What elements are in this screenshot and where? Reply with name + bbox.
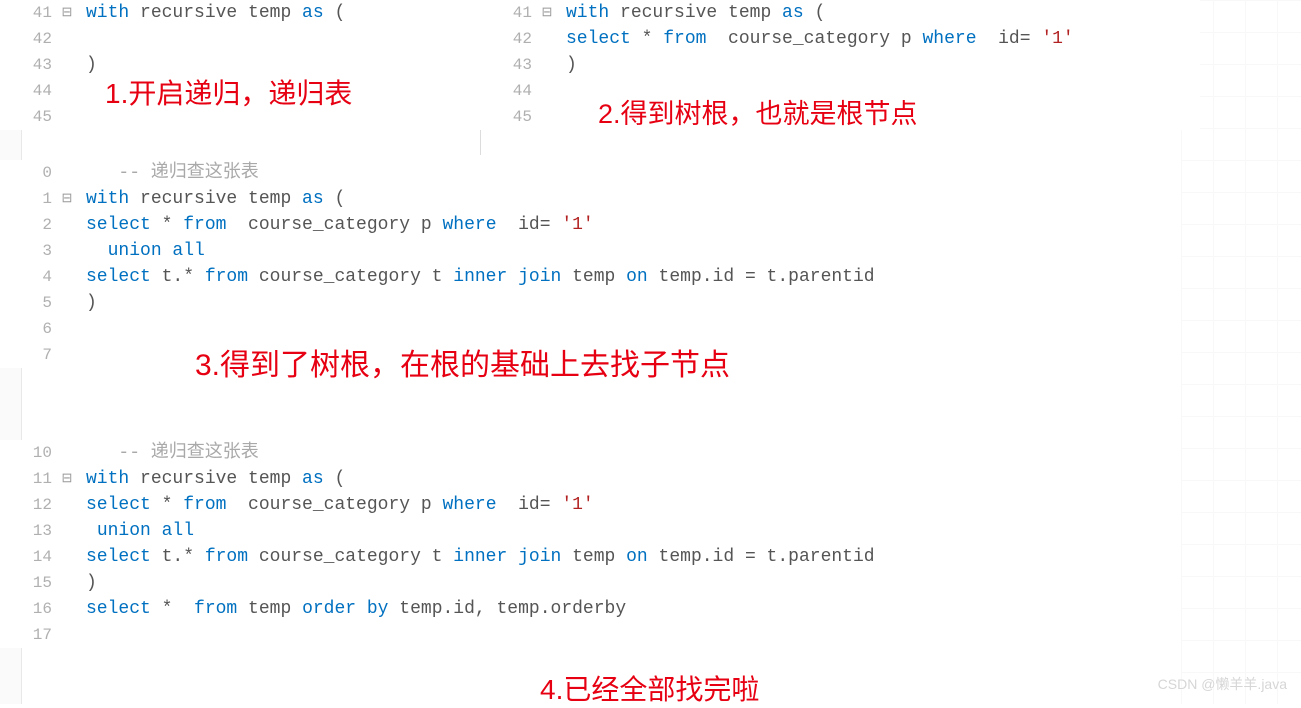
code-line[interactable]: 12 select * from course_category p where … [0,492,1080,518]
code-content[interactable]: union all [86,238,1080,264]
line-number: 43 [0,52,60,78]
line-number: 17 [0,622,60,648]
line-number: 13 [0,518,60,544]
line-number: 44 [0,78,60,104]
editor-pane-3[interactable]: 0 -- 递归查这张表1⊟with recursive temp as (2se… [0,160,1080,368]
annotation-2: 2.得到树根，也就是根节点 [598,92,918,131]
fold-toggle-icon[interactable]: ⊟ [60,466,74,492]
code-line[interactable]: 42 [0,26,480,52]
code-content[interactable]: with recursive temp as ( [566,0,1200,26]
line-number: 42 [0,26,60,52]
line-number: 5 [0,290,60,316]
line-number: 4 [0,264,60,290]
line-number: 14 [0,544,60,570]
code-content[interactable]: ) [566,52,1200,78]
fold-toggle-icon[interactable]: ⊟ [60,186,74,212]
code-content[interactable]: select * from course_category p where id… [86,212,1080,238]
code-line[interactable]: 43) [480,52,1200,78]
code-content[interactable]: select t.* from course_category t inner … [86,544,1080,570]
code-line[interactable]: 14 select t.* from course_category t inne… [0,544,1080,570]
code-line[interactable]: 10 -- 递归查这张表 [0,440,1080,466]
line-number: 41 [480,0,540,26]
annotation-4: 4.已经全部找完啦 [540,668,759,708]
code-content[interactable]: with recursive temp as ( [86,0,480,26]
code-line[interactable]: 13 union all [0,518,1080,544]
code-line[interactable]: 42 select * from course_category p where … [480,26,1200,52]
code-line[interactable]: 11⊟ with recursive temp as ( [0,466,1080,492]
line-number: 15 [0,570,60,596]
line-number: 1 [0,186,60,212]
line-number: 6 [0,316,60,342]
line-number: 42 [480,26,540,52]
code-line[interactable]: 15) [0,570,1080,596]
code-content[interactable]: select * from course_category p where id… [86,492,1080,518]
line-number: 2 [0,212,60,238]
fold-toggle-icon[interactable]: ⊟ [540,0,554,26]
line-number: 16 [0,596,60,622]
csdn-watermark: CSDN @懒羊羊.java [1158,674,1287,694]
code-content[interactable]: ) [86,570,1080,596]
line-number: 11 [0,466,60,492]
code-line[interactable]: 0 -- 递归查这张表 [0,160,1080,186]
code-line[interactable]: 3 union all [0,238,1080,264]
code-content[interactable]: with recursive temp as ( [86,186,1080,212]
line-number: 45 [480,104,540,130]
code-content[interactable]: select t.* from course_category t inner … [86,264,1080,290]
code-content[interactable]: -- 递归查这张表 [86,160,1080,186]
line-number: 7 [0,342,60,368]
code-content[interactable]: union all [86,518,1080,544]
code-line[interactable]: 17 [0,622,1080,648]
line-number: 41 [0,0,60,26]
code-line[interactable]: 16 select * from temp order by temp.id, t… [0,596,1080,622]
line-number: 44 [480,78,540,104]
line-number: 12 [0,492,60,518]
code-content[interactable]: with recursive temp as ( [86,466,1080,492]
code-line[interactable]: 41⊟ with recursive temp as ( [0,0,480,26]
line-number: 0 [0,160,60,186]
code-line[interactable]: 4 select t.* from course_category t inner… [0,264,1080,290]
line-number: 10 [0,440,60,466]
code-line[interactable]: 1⊟ with recursive temp as ( [0,186,1080,212]
line-number: 43 [480,52,540,78]
code-line[interactable]: 5) [0,290,1080,316]
code-line[interactable]: 6 [0,316,1080,342]
editor-pane-4[interactable]: 10 -- 递归查这张表11⊟with recursive temp as (1… [0,440,1080,648]
fold-toggle-icon[interactable]: ⊟ [60,0,74,26]
code-content[interactable]: select * from temp order by temp.id, tem… [86,596,1080,622]
code-content[interactable]: -- 递归查这张表 [86,440,1080,466]
annotation-1: 1.开启递归，递归表 [105,72,352,112]
code-line[interactable]: 41⊟ with recursive temp as ( [480,0,1200,26]
code-content[interactable]: ) [86,290,1080,316]
code-content[interactable]: select * from course_category p where id… [566,26,1200,52]
line-number: 3 [0,238,60,264]
code-line[interactable]: 2 select * from course_category p where i… [0,212,1080,238]
line-number: 45 [0,104,60,130]
annotation-3: 3.得到了树根，在根的基础上去找子节点 [195,340,730,384]
